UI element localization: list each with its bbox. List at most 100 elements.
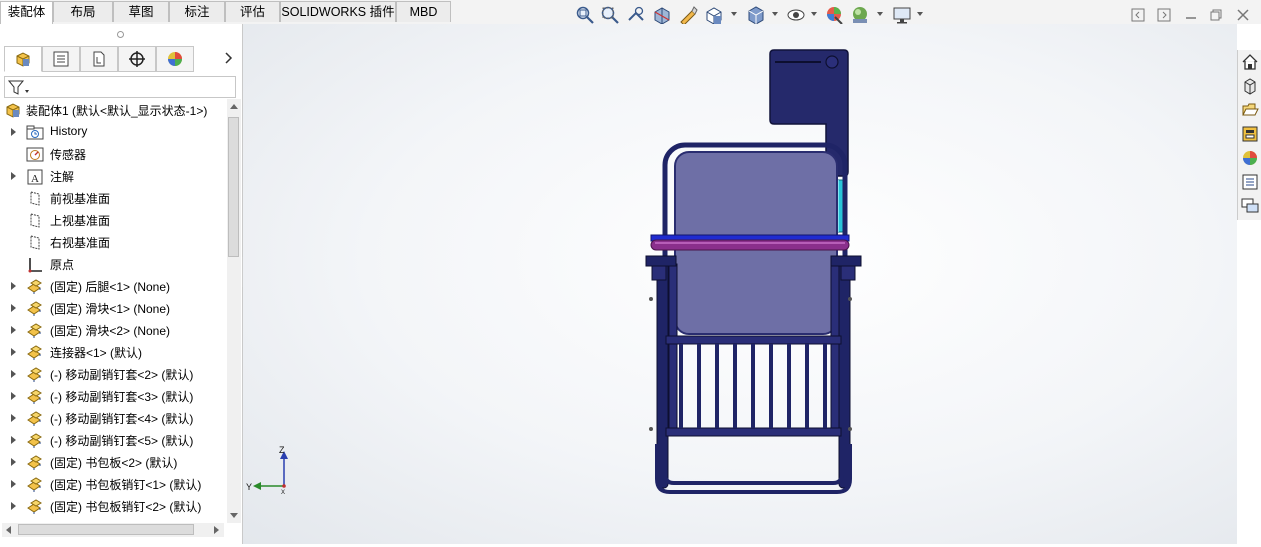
view-orientation-dropdown[interactable] (731, 12, 737, 16)
tab-mbd[interactable]: MBD (396, 1, 451, 22)
grille-top-bar (665, 335, 842, 345)
graphics-area[interactable] (243, 24, 1237, 544)
view-orientation-icon[interactable] (704, 5, 724, 25)
scroll-up-icon[interactable] (230, 104, 238, 109)
tree-item[interactable]: (固定) 书包板销钉<2> (默认) (0, 495, 226, 517)
previous-view-icon[interactable] (626, 5, 646, 25)
horizontal-scroll-thumb[interactable] (18, 524, 194, 535)
dimxpertmanager-tab[interactable] (118, 46, 156, 72)
expand-arrow-icon[interactable] (11, 502, 16, 510)
tree-item[interactable]: (固定) 后腿<1> (None) (0, 275, 226, 297)
vertical-scroll-thumb[interactable] (228, 117, 239, 257)
chevron-right-icon[interactable] (224, 52, 234, 64)
tab-assembly[interactable]: 装配体 (0, 1, 53, 24)
tree-vertical-scrollbar[interactable] (227, 99, 241, 523)
expand-arrow-icon[interactable] (11, 128, 16, 136)
tree-item[interactable]: 右视基准面 (0, 231, 226, 253)
tree-item[interactable]: 原点 (0, 253, 226, 275)
tree-item[interactable]: (固定) 滑块<2> (None) (0, 319, 226, 341)
tree-item[interactable]: (-) 移动副销钉套<3> (默认) (0, 385, 226, 407)
tab-sketch[interactable]: 草图 (113, 1, 169, 22)
file-explorer-icon[interactable] (1241, 101, 1259, 119)
feature-manager-panel: 装配体1 (默认<默认_显示状态-1>) History 传感器 A 注解前视基准面上… (0, 24, 243, 544)
display-style-dropdown[interactable] (772, 12, 778, 16)
triad-z-label: Z (279, 445, 285, 455)
tree-item[interactable]: (-) 移动副销钉套<5> (默认) (0, 429, 226, 451)
tree-item-label: 连接器<1> (默认) (50, 346, 143, 360)
view-palette-icon[interactable] (1241, 125, 1259, 143)
hide-show-items-icon[interactable] (786, 5, 806, 25)
collapse-right-icon[interactable] (1157, 8, 1171, 22)
edit-appearance-icon[interactable] (824, 5, 844, 25)
tree-item[interactable]: (-) 移动副销钉套<2> (默认) (0, 363, 226, 385)
scroll-right-icon[interactable] (214, 526, 219, 534)
configurationmanager-tab[interactable] (80, 46, 118, 72)
home-icon[interactable] (1241, 53, 1259, 71)
tree-filter[interactable] (4, 76, 236, 98)
tree-item[interactable]: 上视基准面 (0, 209, 226, 231)
tree-item[interactable]: 前视基准面 (0, 187, 226, 209)
section-view-icon[interactable] (652, 5, 672, 25)
tab-layout[interactable]: 布局 (53, 1, 113, 22)
command-manager-tabs: 装配体 布局 草图 标注 评估 SOLIDWORKS 插件 MBD (0, 0, 1261, 25)
expand-arrow-icon[interactable] (11, 326, 16, 334)
tree-horizontal-scrollbar[interactable] (2, 523, 224, 537)
foot-loop[interactable] (655, 444, 852, 494)
minimize-icon[interactable] (1184, 8, 1198, 22)
expand-arrow-icon[interactable] (11, 304, 16, 312)
tab-evaluate[interactable]: 评估 (225, 1, 280, 22)
view-settings-dropdown[interactable] (917, 12, 923, 16)
displaymanager-tab[interactable] (156, 46, 194, 72)
plane-icon (30, 213, 40, 228)
expand-arrow-icon[interactable] (11, 414, 16, 422)
appearances-icon[interactable] (1241, 149, 1259, 167)
expand-arrow-icon[interactable] (11, 172, 16, 180)
triad-x-label: X (281, 490, 285, 495)
expand-arrow-icon[interactable] (11, 392, 16, 400)
zoom-to-area-icon[interactable] (600, 5, 620, 25)
forum-icon[interactable] (1241, 197, 1259, 215)
display-style-icon[interactable] (746, 5, 766, 25)
tree-item[interactable]: (固定) 滑块<1> (None) (0, 297, 226, 319)
expand-arrow-icon[interactable] (11, 348, 16, 356)
tree-item[interactable]: (固定) 书包板<2> (默认) (0, 451, 226, 473)
tree-root[interactable]: 装配体1 (默认<默认_显示状态-1>) (0, 99, 226, 121)
zoom-to-fit-icon[interactable] (575, 5, 595, 25)
view-settings-icon[interactable] (892, 5, 912, 25)
restore-icon[interactable] (1209, 8, 1223, 22)
propertymanager-tab[interactable] (42, 46, 80, 72)
tree-item[interactable]: (固定) 书包板销钉<1> (默认) (0, 473, 226, 495)
expand-arrow-icon[interactable] (11, 282, 16, 290)
scroll-down-icon[interactable] (230, 513, 238, 518)
design-library-icon[interactable] (1241, 77, 1259, 95)
featuremanager-tab[interactable] (4, 46, 42, 72)
tab-solidworks-addins[interactable]: SOLIDWORKS 插件 (280, 1, 396, 22)
custom-properties-icon[interactable] (1241, 173, 1259, 191)
hide-show-dropdown[interactable] (811, 12, 817, 16)
expand-arrow-icon[interactable] (11, 370, 16, 378)
tree-item[interactable]: (-) 移动副销钉套<4> (默认) (0, 407, 226, 429)
scroll-left-icon[interactable] (6, 526, 11, 534)
chair-model[interactable] (243, 24, 1237, 544)
expand-arrow-icon[interactable] (11, 458, 16, 466)
slider-block-left[interactable] (645, 255, 677, 267)
expand-arrow-icon[interactable] (11, 480, 16, 488)
collapse-left-icon[interactable] (1131, 8, 1145, 22)
tree-item[interactable]: History (0, 121, 226, 143)
close-icon[interactable] (1236, 8, 1250, 22)
tree-item-label: 原点 (50, 258, 75, 272)
expand-arrow-icon[interactable] (11, 436, 16, 444)
tree-item[interactable]: A 注解 (0, 165, 226, 187)
slider-block-right[interactable] (830, 255, 862, 267)
panel-grip[interactable] (117, 31, 124, 38)
tree-item-label: (固定) 书包板<2> (默认) (50, 456, 178, 470)
feature-tree: 装配体1 (默认<默认_显示状态-1>) History 传感器 A 注解前视基准面上… (0, 99, 226, 523)
handle-bar[interactable] (650, 239, 850, 251)
tree-item[interactable]: 连接器<1> (默认) (0, 341, 226, 363)
tab-markup[interactable]: 标注 (169, 1, 225, 22)
tree-item[interactable]: 传感器 (0, 143, 226, 165)
apply-scene-dropdown[interactable] (877, 12, 883, 16)
dynamic-annotation-icon[interactable] (678, 5, 698, 25)
tree-item-label: 前视基准面 (50, 192, 111, 206)
apply-scene-icon[interactable] (850, 5, 870, 25)
